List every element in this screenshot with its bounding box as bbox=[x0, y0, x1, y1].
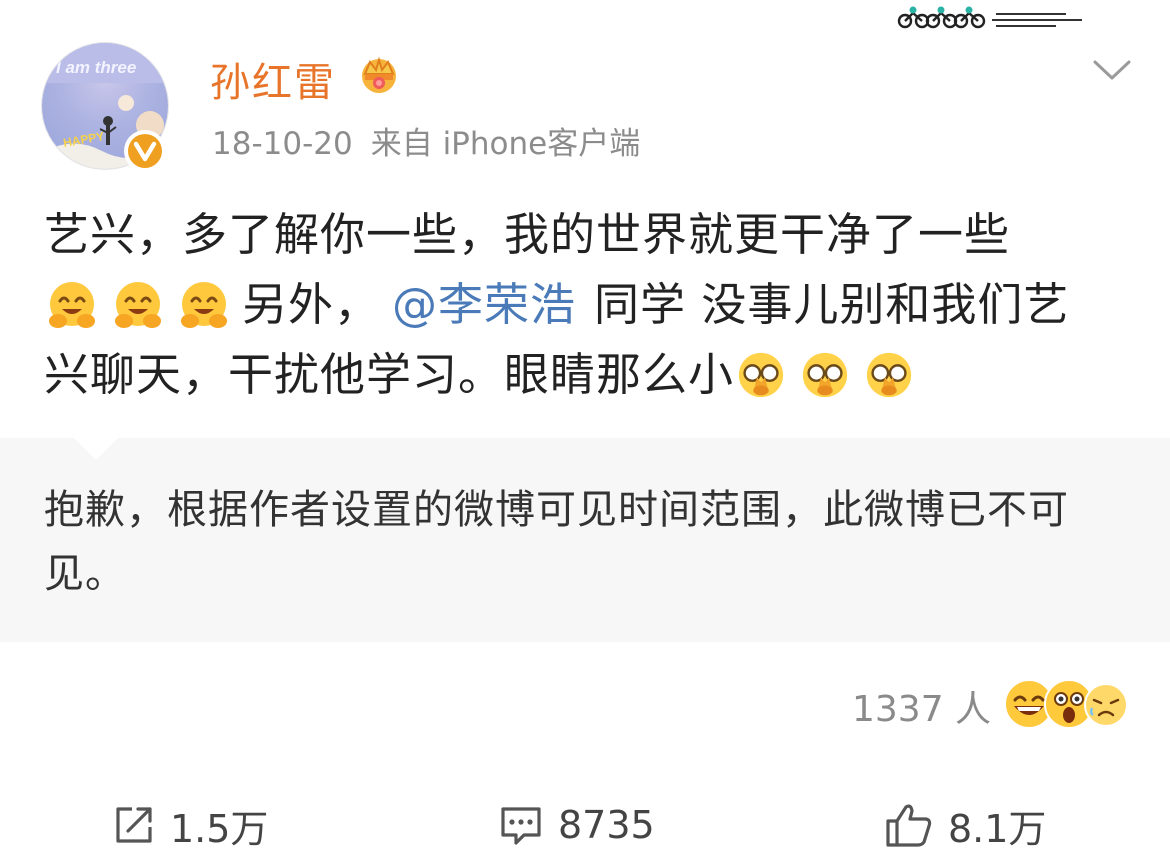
post-text-segment: 兴聊天，干扰他学习。眼睛那么小 bbox=[44, 348, 735, 401]
post-line-3: 兴聊天，干扰他学习。眼睛那么小 bbox=[44, 340, 1134, 410]
repost-count: 1.5万 bbox=[170, 806, 269, 851]
post-text-segment: 艺兴，多了解你一些，我的世界就更干净了一些 bbox=[44, 208, 1011, 261]
crown-icon bbox=[362, 56, 396, 93]
avatar-caption: I am three bbox=[56, 58, 136, 77]
comment-count: 8735 bbox=[558, 803, 655, 847]
hug-emoji bbox=[115, 282, 161, 328]
like-button[interactable]: 8.1万 bbox=[884, 790, 1046, 860]
share-icon bbox=[116, 807, 152, 843]
hug-emoji bbox=[49, 282, 95, 328]
post-timestamp: 18-10-20 bbox=[212, 126, 353, 162]
post-meta: 18-10-20 来自 iPhone客户端 bbox=[212, 118, 658, 163]
post-line-1: 艺兴，多了解你一些，我的世界就更干净了一些 bbox=[44, 200, 1134, 270]
post-line-2: 另外， @李荣浩 同学 没事儿别和我们艺 bbox=[44, 270, 1134, 340]
sad-emoji bbox=[1084, 683, 1129, 727]
repost-notch bbox=[74, 438, 118, 460]
author-name[interactable]: 孙红雷 bbox=[210, 50, 336, 106]
action-bar: 1.5万 8735 8.1万 bbox=[0, 790, 1170, 860]
glasses-cover-emoji bbox=[866, 352, 912, 398]
glasses-cover-emoji bbox=[738, 352, 784, 398]
glasses-cover-emoji bbox=[802, 352, 848, 398]
repost-button[interactable]: 1.5万 bbox=[112, 790, 268, 860]
post-body: 艺兴，多了解你一些，我的世界就更干净了一些 另外， @李荣浩 同学 没事儿别和我… bbox=[44, 200, 1134, 410]
post-source: 来自 iPhone客户端 bbox=[370, 126, 641, 162]
reaction-summary[interactable]: 1337 人 bbox=[852, 676, 1135, 736]
comment-icon bbox=[501, 807, 541, 845]
repost-unavailable-text: 抱歉，根据作者设置的微博可见时间范围，此微博已不可见。 bbox=[44, 487, 1069, 597]
reaction-count: 1337 人 bbox=[852, 689, 992, 730]
verified-v-icon bbox=[124, 130, 166, 172]
mention-link[interactable]: @李荣浩 bbox=[392, 270, 576, 340]
post-text-segment: 另外， bbox=[242, 278, 381, 331]
thumbs-up-icon bbox=[886, 804, 932, 847]
comment-button[interactable]: 8735 bbox=[498, 790, 655, 860]
reaction-faces bbox=[1003, 678, 1135, 734]
bike-riders-icon bbox=[897, 6, 1082, 29]
chevron-down-icon[interactable] bbox=[1092, 58, 1132, 82]
hug-emoji bbox=[181, 282, 227, 328]
like-count: 8.1万 bbox=[948, 806, 1047, 851]
weibo-post-screen: I am three HAPPY 孙红雷 18-10-20 来自 iPhone客户… bbox=[0, 0, 1170, 863]
post-text-segment: 同学 没事儿别和我们艺 bbox=[594, 278, 1070, 331]
